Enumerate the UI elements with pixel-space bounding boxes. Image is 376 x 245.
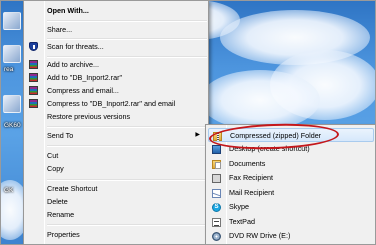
- menu-item-rename[interactable]: Rename: [26, 208, 206, 221]
- menu-separator: [47, 126, 207, 128]
- desktop-file-icon[interactable]: [3, 45, 21, 63]
- submenu-item-label: TextPad: [229, 217, 255, 226]
- menu-item-create-shortcut[interactable]: Create Shortcut: [26, 182, 206, 195]
- menu-item-cut[interactable]: Cut: [26, 149, 206, 162]
- menu-separator: [47, 179, 207, 181]
- mail-icon: [212, 189, 221, 198]
- documents-folder-icon: [212, 160, 221, 169]
- menu-item-label: Add to archive...: [47, 60, 99, 69]
- menu-item-properties[interactable]: Properties: [26, 228, 206, 241]
- menu-separator: [47, 224, 207, 226]
- shield-icon: [29, 42, 38, 51]
- desktop-icon-label: GK: [4, 187, 14, 194]
- menu-item-label: Copy: [47, 164, 64, 173]
- menu-item-compress-email[interactable]: Compress and email...: [26, 84, 206, 97]
- menu-item-open-with[interactable]: Open With...: [26, 4, 206, 17]
- menu-item-send-to[interactable]: Send To ▶: [26, 129, 206, 142]
- menu-item-label: Compress and email...: [47, 86, 119, 95]
- desktop-icon: [212, 145, 221, 154]
- submenu-item-label: Skype: [229, 202, 249, 211]
- menu-item-delete[interactable]: Delete: [26, 195, 206, 208]
- submenu-item-textpad[interactable]: TextPad: [208, 215, 374, 229]
- menu-item-label: Rename: [47, 210, 75, 219]
- winrar-archive-icon: [29, 60, 38, 69]
- desktop-file-icon[interactable]: [3, 95, 21, 113]
- winrar-archive-icon: [29, 73, 38, 82]
- menu-item-label: Share...: [47, 25, 73, 34]
- submenu-item-label: Fax Recipient: [229, 173, 273, 182]
- context-menu: Open With... Share... Scan for threats..…: [23, 0, 209, 245]
- menu-item-label: Add to "DB_Inport2.rar": [47, 73, 123, 82]
- menu-item-label: Compress to "DB_Inport2.rar" and email: [47, 99, 176, 108]
- menu-item-label: Cut: [47, 151, 59, 160]
- menu-item-add-to-rar[interactable]: Add to "DB_Inport2.rar": [26, 71, 206, 84]
- menu-item-label: Delete: [47, 197, 68, 206]
- menu-item-label: Create Shortcut: [47, 184, 98, 193]
- submenu-item-label: DVD RW Drive (E:): [229, 231, 291, 240]
- menu-item-label: Scan for threats...: [47, 42, 104, 51]
- menu-item-label: Properties: [47, 230, 80, 239]
- desktop-file-icon[interactable]: [3, 12, 21, 30]
- submenu-item-fax[interactable]: Fax Recipient: [208, 171, 374, 185]
- menu-item-label: Open With...: [47, 6, 89, 15]
- menu-item-scan[interactable]: Scan for threats...: [26, 40, 206, 53]
- fax-icon: [212, 174, 221, 183]
- submenu-item-dvd[interactable]: DVD RW Drive (E:): [208, 229, 374, 243]
- menu-item-copy[interactable]: Copy: [26, 162, 206, 175]
- menu-item-restore-versions[interactable]: Restore previous versions: [26, 110, 206, 123]
- submenu-item-mail[interactable]: Mail Recipient: [208, 186, 374, 200]
- desktop-icon-label: rea: [4, 66, 14, 73]
- cloud: [200, 70, 320, 130]
- submenu-item-documents[interactable]: Documents: [208, 157, 374, 171]
- dvd-drive-icon: [212, 232, 221, 241]
- menu-separator: [47, 145, 207, 147]
- desktop-icon-label: GK60: [4, 122, 21, 129]
- submenu-arrow-icon: ▶: [195, 132, 200, 138]
- winrar-archive-icon: [29, 86, 38, 95]
- submenu-item-label: Documents: [229, 159, 266, 168]
- menu-item-add-to-archive[interactable]: Add to archive...: [26, 58, 206, 71]
- winrar-archive-icon: [29, 99, 38, 108]
- skype-icon: S: [212, 203, 221, 212]
- submenu-item-label: Mail Recipient: [229, 188, 275, 197]
- textpad-icon: [212, 218, 221, 227]
- menu-separator: [47, 20, 207, 22]
- submenu-item-skype[interactable]: S Skype: [208, 200, 374, 214]
- menu-item-label: Restore previous versions: [47, 112, 131, 121]
- menu-item-label: Send To: [47, 131, 74, 140]
- menu-item-compress-rar-email[interactable]: Compress to "DB_Inport2.rar" and email: [26, 97, 206, 110]
- menu-item-share[interactable]: Share...: [26, 23, 206, 36]
